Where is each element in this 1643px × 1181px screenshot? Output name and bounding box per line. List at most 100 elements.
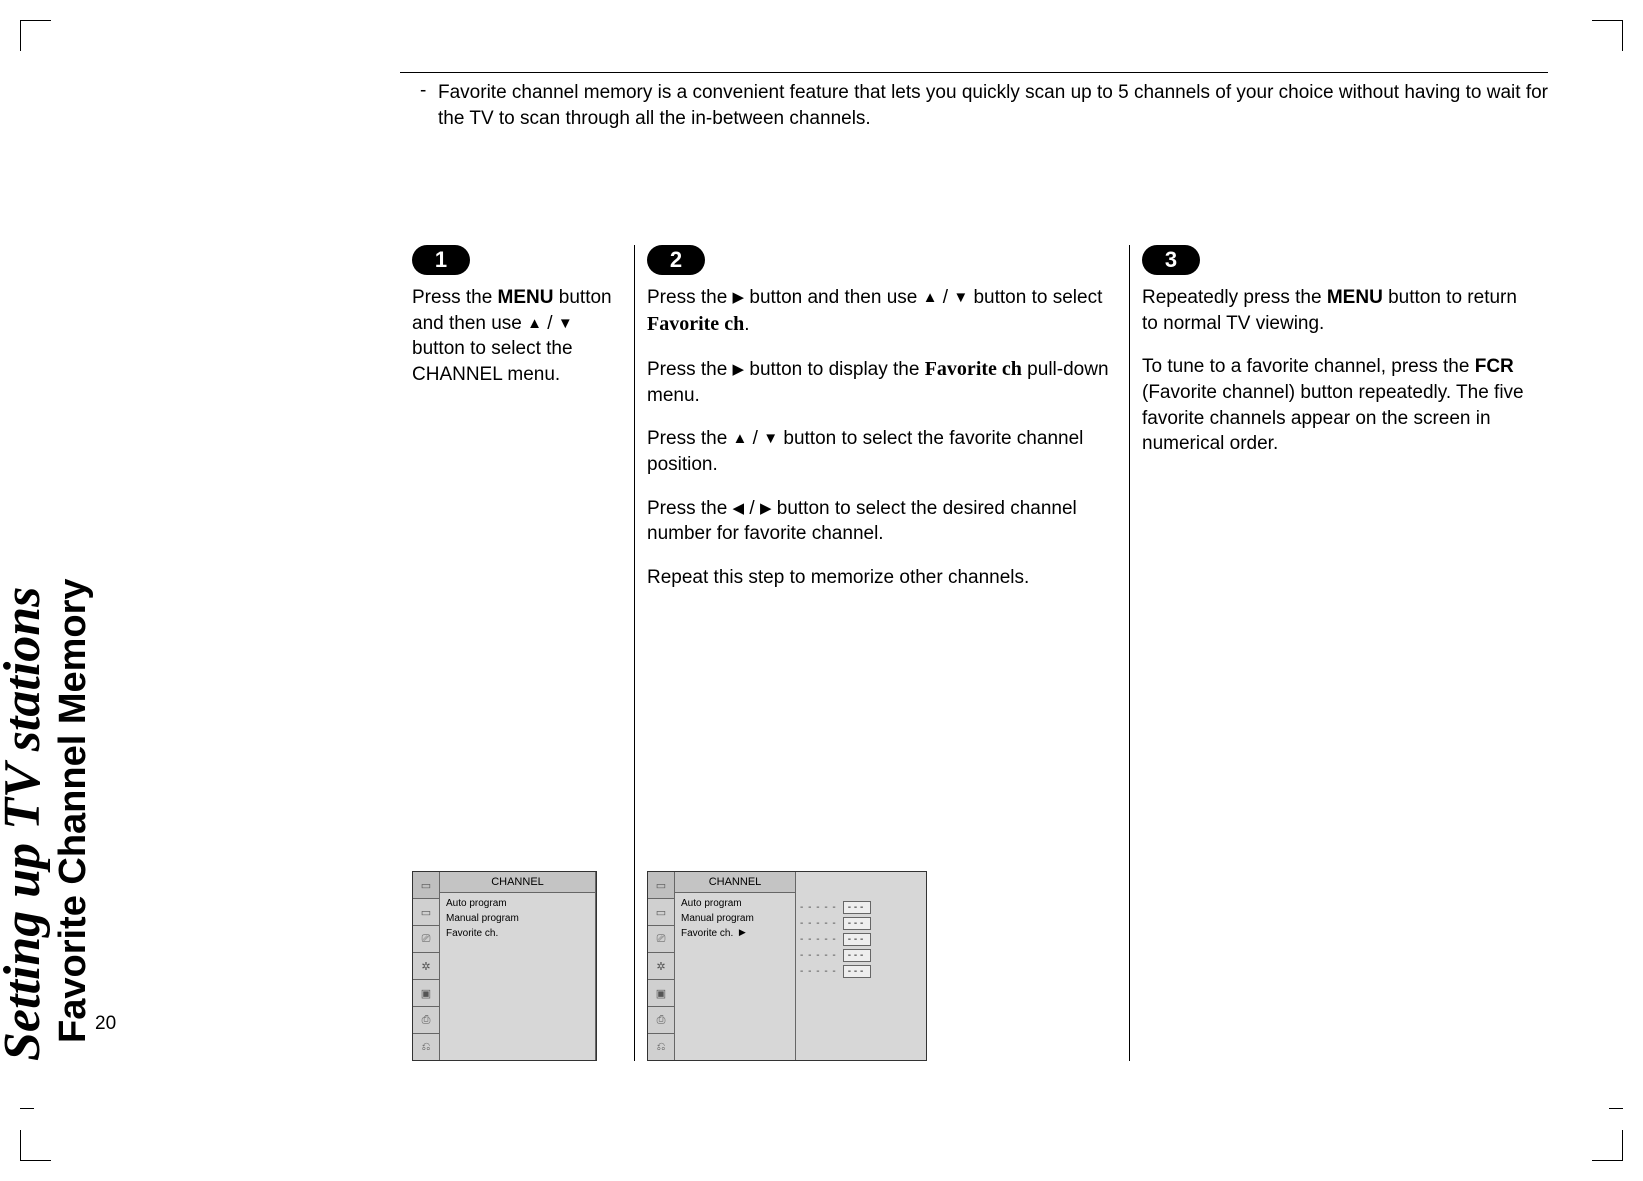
osd-item: Manual program: [681, 911, 789, 926]
favorite-slot: - - - - -- - -: [800, 917, 900, 930]
osd-icon: ⎙: [413, 1007, 439, 1034]
text: /: [747, 428, 763, 449]
step-1-column: 1 Press the MENU button and then use ▲ /…: [400, 245, 634, 1061]
osd-icon-strip: ▭ ▭ ⎚ ✲ ▣ ⎙ ⎌: [413, 872, 440, 1060]
text: Repeatedly press the: [1142, 287, 1327, 308]
slot-value: - - -: [843, 901, 871, 914]
slot-value: - - -: [843, 933, 871, 946]
favorite-ch-label: Favorite ch: [925, 358, 1022, 380]
osd-item-label: Favorite ch.: [681, 928, 733, 939]
text: (Favorite channel) button repeatedly. Th…: [1142, 382, 1524, 454]
osd-item: Auto program: [446, 896, 589, 911]
intro-text: Favorite channel memory is a convenient …: [438, 80, 1548, 131]
osd-icon: ⎌: [413, 1034, 439, 1060]
text: Press the: [647, 428, 733, 449]
slot-value: - - -: [843, 917, 871, 930]
crop-mark: [1592, 1130, 1623, 1161]
step-3-text: Repeatedly press the MENU button to retu…: [1142, 285, 1536, 457]
favorite-slot: - - - - -- - -: [800, 901, 900, 914]
menu-label: MENU: [1327, 287, 1383, 308]
favorite-slot: - - - - -- - -: [800, 965, 900, 978]
step-badge-1: 1: [412, 245, 470, 275]
osd-icon: ⎚: [413, 926, 439, 953]
osd-icon-strip: ▭ ▭ ⎚ ✲ ▣ ⎙ ⎌: [648, 872, 675, 1060]
osd-icon: ▭: [413, 872, 439, 899]
crop-tick: [20, 1108, 34, 1109]
favorite-slot: - - - - -- - -: [800, 933, 900, 946]
osd-icon: ✲: [648, 953, 674, 980]
left-arrow-icon: ◀: [733, 500, 745, 517]
osd-icon: ▣: [648, 980, 674, 1007]
fcr-label: FCR: [1475, 356, 1514, 377]
crop-mark: [20, 1130, 51, 1161]
text: button to select the CHANNEL menu.: [412, 338, 573, 385]
up-arrow-icon: ▲: [527, 315, 542, 332]
osd-menu-items: Auto program Manual program Favorite ch.: [440, 893, 595, 1060]
steps-columns: 1 Press the MENU button and then use ▲ /…: [400, 245, 1548, 1061]
text: Press the: [647, 498, 733, 519]
osd-submenu: - - - - -- - - - - - - -- - - - - - - --…: [796, 872, 904, 1060]
favorite-ch-label: Favorite ch: [647, 313, 744, 335]
intro-paragraph: - Favorite channel memory is a convenien…: [420, 80, 1548, 131]
down-arrow-icon: ▼: [763, 430, 778, 447]
crop-tick: [1609, 1108, 1623, 1109]
text: .: [744, 314, 749, 335]
slot-dots: - - - - -: [800, 902, 837, 913]
up-arrow-icon: ▲: [923, 289, 938, 306]
osd-item: Favorite ch.: [446, 926, 589, 941]
osd-diagram-1: ▭ ▭ ⎚ ✲ ▣ ⎙ ⎌ CHANNEL Auto program Manua…: [412, 871, 597, 1061]
osd-icon: ▭: [413, 899, 439, 926]
slot-dots: - - - - -: [800, 950, 837, 961]
osd-title: CHANNEL: [440, 872, 595, 893]
section-title: Favorite Channel Memory: [52, 578, 94, 1043]
text: button to select: [968, 287, 1102, 308]
osd-icon: ▭: [648, 899, 674, 926]
favorite-slot: - - - - -- - -: [800, 949, 900, 962]
step-badge-2: 2: [647, 245, 705, 275]
slot-dots: - - - - -: [800, 934, 837, 945]
osd-icon: ▣: [413, 980, 439, 1007]
step-2-column: 2 Press the ▶ button and then use ▲ / ▼ …: [634, 245, 1129, 1061]
right-arrow-icon: ▶: [733, 361, 745, 378]
crop-mark: [20, 20, 51, 51]
step-1-text: Press the MENU button and then use ▲ / ▼…: [412, 285, 622, 388]
osd-item: Favorite ch. ▶: [681, 926, 789, 941]
text: /: [744, 498, 760, 519]
text: button and then use: [744, 287, 923, 308]
osd-icon: ⎌: [648, 1034, 674, 1060]
text: To tune to a favorite channel, press the: [1142, 356, 1475, 377]
slot-value: - - -: [843, 965, 871, 978]
down-arrow-icon: ▼: [953, 289, 968, 306]
step-2-text: Press the ▶ button and then use ▲ / ▼ bu…: [647, 285, 1117, 590]
text: Repeat this step to memorize other chann…: [647, 565, 1117, 591]
osd-icon: ✲: [413, 953, 439, 980]
text: /: [542, 313, 558, 334]
slot-value: - - -: [843, 949, 871, 962]
text: Press the: [647, 359, 733, 380]
osd-icon: ⎙: [648, 1007, 674, 1034]
right-arrow-icon: ▶: [733, 289, 745, 306]
right-arrow-icon: ▶: [739, 927, 746, 937]
crop-mark: [1592, 20, 1623, 51]
chapter-title: Setting up TV stations: [0, 587, 51, 1061]
side-title-block: Setting up TV stations Favorite Channel …: [95, 70, 265, 1061]
osd-item: Auto program: [681, 896, 789, 911]
step-3-column: 3 Repeatedly press the MENU button to re…: [1129, 245, 1548, 1061]
osd-item: Manual program: [446, 911, 589, 926]
right-arrow-icon: ▶: [760, 500, 772, 517]
osd-diagram-2: ▭ ▭ ⎚ ✲ ▣ ⎙ ⎌ CHANNEL Auto program Manua…: [647, 871, 927, 1061]
osd-title: CHANNEL: [675, 872, 795, 893]
osd-icon: ⎚: [648, 926, 674, 953]
text: button to display the: [744, 359, 925, 380]
step-badge-3: 3: [1142, 245, 1200, 275]
text: Press the: [647, 287, 733, 308]
slot-dots: - - - - -: [800, 918, 837, 929]
menu-label: MENU: [498, 287, 554, 308]
page-number: 20: [95, 1013, 116, 1035]
up-arrow-icon: ▲: [733, 430, 748, 447]
osd-menu-items: Auto program Manual program Favorite ch.…: [675, 893, 795, 1060]
down-arrow-icon: ▼: [558, 315, 573, 332]
osd-icon: ▭: [648, 872, 674, 899]
text: Press the: [412, 287, 498, 308]
text: /: [938, 287, 954, 308]
